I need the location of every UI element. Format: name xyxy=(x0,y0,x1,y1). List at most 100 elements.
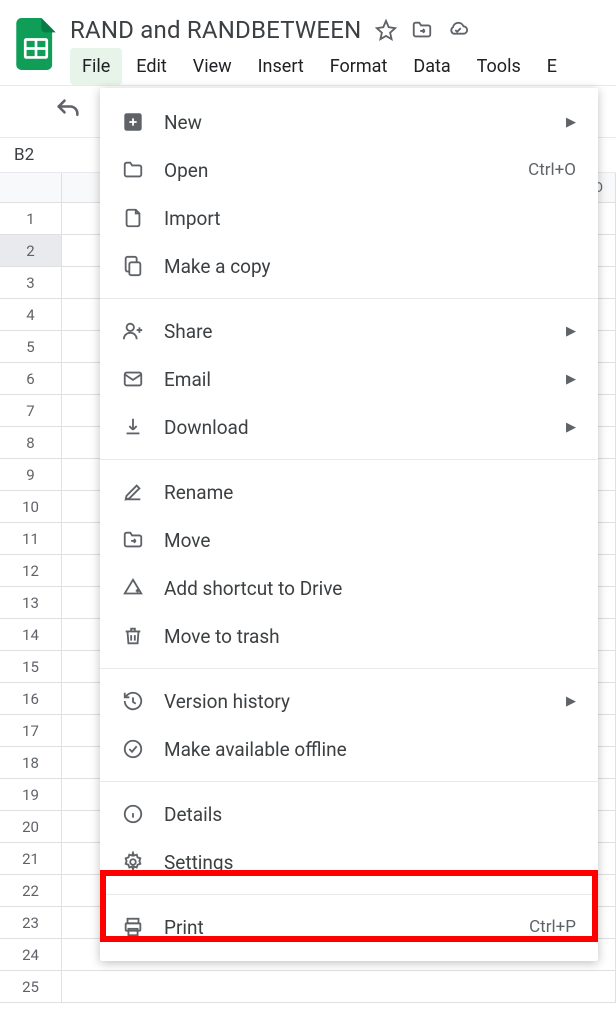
row-header[interactable]: 11 xyxy=(0,523,62,554)
row-header[interactable]: 9 xyxy=(0,459,62,490)
row-header[interactable]: 23 xyxy=(0,907,62,938)
trash-icon xyxy=(122,625,154,647)
menu-label: Settings xyxy=(164,851,576,874)
row-header[interactable]: 7 xyxy=(0,395,62,426)
chevron-right-icon: ▶ xyxy=(566,115,576,130)
row-header[interactable]: 15 xyxy=(0,651,62,682)
menu-add-shortcut[interactable]: Add shortcut to Drive xyxy=(100,564,598,612)
row-header[interactable]: 6 xyxy=(0,363,62,394)
row-header[interactable]: 25 xyxy=(0,971,62,1002)
file-icon xyxy=(122,207,154,229)
menu-label: Share xyxy=(164,320,566,343)
row-header[interactable]: 17 xyxy=(0,715,62,746)
divider xyxy=(100,668,598,669)
menu-edit[interactable]: Edit xyxy=(124,48,178,85)
menu-label: Print xyxy=(164,916,529,939)
row-header[interactable]: 22 xyxy=(0,875,62,906)
divider xyxy=(100,459,598,460)
download-icon xyxy=(122,416,154,438)
menu-label: Import xyxy=(164,207,576,230)
menu-share[interactable]: Share ▶ xyxy=(100,307,598,355)
chevron-right-icon: ▶ xyxy=(566,324,576,339)
doc-title[interactable]: RAND and RANDBETWEEN xyxy=(70,16,361,44)
menu-details[interactable]: Details xyxy=(100,790,598,838)
row-header[interactable]: 2 xyxy=(0,235,62,266)
drive-shortcut-icon xyxy=(122,577,154,599)
row-header[interactable]: 19 xyxy=(0,779,62,810)
select-all-corner[interactable] xyxy=(0,173,62,202)
row-header[interactable]: 14 xyxy=(0,619,62,650)
chevron-right-icon: ▶ xyxy=(566,420,576,435)
menu-settings[interactable]: Settings xyxy=(100,838,598,886)
row-header[interactable]: 13 xyxy=(0,587,62,618)
row-header[interactable]: 16 xyxy=(0,683,62,714)
gear-icon xyxy=(122,851,154,873)
menu-offline[interactable]: Make available offline xyxy=(100,725,598,773)
menu-label: Download xyxy=(164,416,566,439)
menu-view[interactable]: View xyxy=(181,48,244,85)
row-header[interactable]: 1 xyxy=(0,203,62,234)
shortcut-label: Ctrl+O xyxy=(528,160,576,180)
row-header[interactable]: 20 xyxy=(0,811,62,842)
menu-open[interactable]: Open Ctrl+O xyxy=(100,146,598,194)
rename-icon xyxy=(122,481,154,503)
menu-format[interactable]: Format xyxy=(318,48,400,85)
file-dropdown: New ▶ Open Ctrl+O Import Make a copy Sha… xyxy=(100,88,598,961)
menu-version-history[interactable]: Version history ▶ xyxy=(100,677,598,725)
row-header[interactable]: 12 xyxy=(0,555,62,586)
menu-download[interactable]: Download ▶ xyxy=(100,403,598,451)
titlebar: RAND and RANDBETWEEN File Edit View Inse… xyxy=(70,10,604,85)
divider xyxy=(100,781,598,782)
plus-box-icon xyxy=(122,111,154,133)
chevron-right-icon: ▶ xyxy=(566,372,576,387)
row-header[interactable]: 18 xyxy=(0,747,62,778)
copy-icon xyxy=(122,255,154,277)
folder-icon xyxy=(122,159,154,181)
email-icon xyxy=(122,368,154,390)
menu-file[interactable]: File xyxy=(70,48,122,85)
menu-trash[interactable]: Move to trash xyxy=(100,612,598,660)
row-header[interactable]: 8 xyxy=(0,427,62,458)
menu-make-copy[interactable]: Make a copy xyxy=(100,242,598,290)
menu-label: Email xyxy=(164,368,566,391)
menu-label: Rename xyxy=(164,481,576,504)
name-box[interactable]: B2 xyxy=(0,145,72,165)
menu-print[interactable]: Print Ctrl+P xyxy=(100,903,598,951)
undo-icon[interactable] xyxy=(54,96,82,128)
menubar: File Edit View Insert Format Data Tools … xyxy=(70,46,604,85)
header: RAND and RANDBETWEEN File Edit View Inse… xyxy=(0,0,616,85)
menu-rename[interactable]: Rename xyxy=(100,468,598,516)
sheets-logo[interactable] xyxy=(12,10,60,70)
row-header[interactable]: 10 xyxy=(0,491,62,522)
menu-label: Details xyxy=(164,803,576,826)
menu-new[interactable]: New ▶ xyxy=(100,98,598,146)
star-icon[interactable] xyxy=(375,19,397,41)
row-header[interactable]: 21 xyxy=(0,843,62,874)
menu-email[interactable]: Email ▶ xyxy=(100,355,598,403)
move-folder-icon[interactable] xyxy=(411,19,433,41)
menu-label: Move to trash xyxy=(164,625,576,648)
menu-label: Open xyxy=(164,159,528,182)
menu-import[interactable]: Import xyxy=(100,194,598,242)
menu-label: Make available offline xyxy=(164,738,576,761)
menu-data[interactable]: Data xyxy=(401,48,462,85)
menu-label: Version history xyxy=(164,690,566,713)
row-header[interactable]: 3 xyxy=(0,267,62,298)
row-header[interactable]: 5 xyxy=(0,331,62,362)
print-icon xyxy=(122,916,154,938)
row-header[interactable]: 4 xyxy=(0,299,62,330)
person-add-icon xyxy=(122,320,154,342)
move-icon xyxy=(122,529,154,551)
divider xyxy=(100,894,598,895)
cell[interactable] xyxy=(62,971,616,1002)
shortcut-label: Ctrl+P xyxy=(529,917,576,937)
info-icon xyxy=(122,803,154,825)
menu-move[interactable]: Move xyxy=(100,516,598,564)
menu-extensions-cut[interactable]: E xyxy=(535,48,569,85)
cloud-status-icon[interactable] xyxy=(447,19,469,41)
menu-tools[interactable]: Tools xyxy=(465,48,533,85)
menu-label: Move xyxy=(164,529,576,552)
offline-icon xyxy=(122,738,154,760)
menu-insert[interactable]: Insert xyxy=(246,48,316,85)
row-header[interactable]: 24 xyxy=(0,939,62,970)
